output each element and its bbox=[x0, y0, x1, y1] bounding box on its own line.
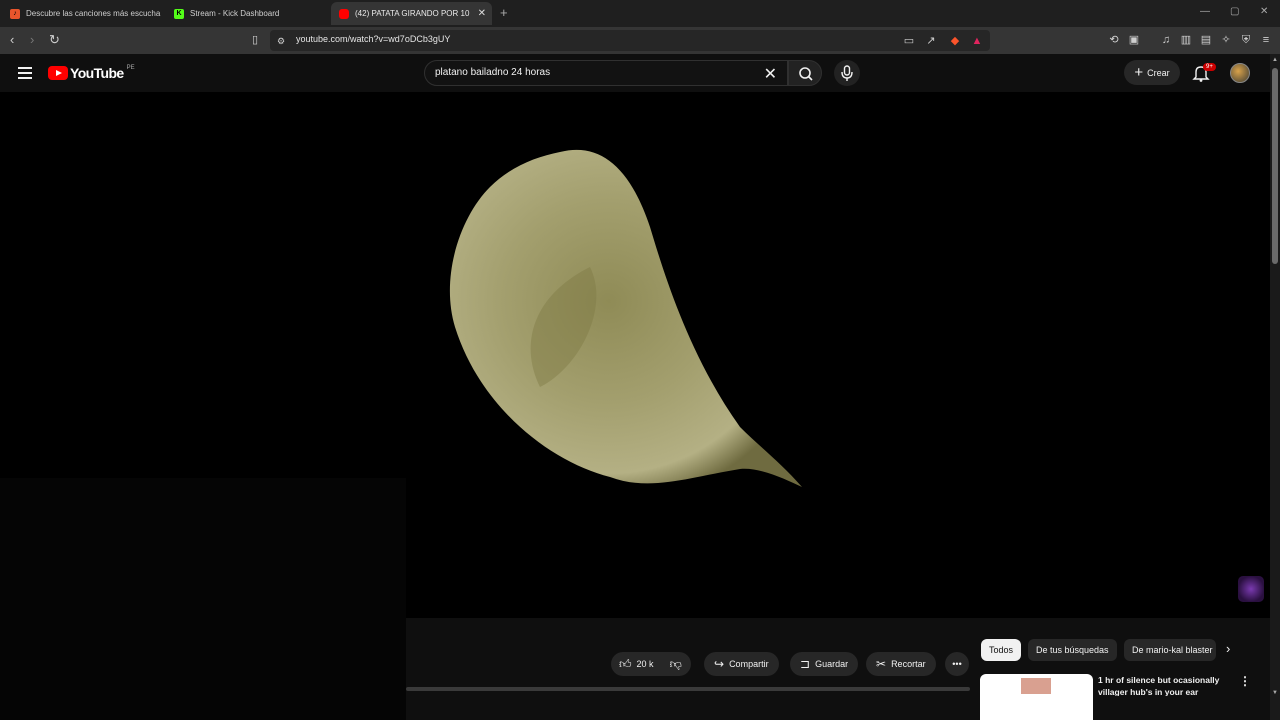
menu-icon[interactable]: ≡ bbox=[1259, 33, 1273, 47]
minimize-icon[interactable]: — bbox=[1200, 6, 1210, 17]
player-shadow-panel bbox=[0, 478, 406, 618]
close-window-icon[interactable]: ✕ bbox=[1260, 6, 1268, 17]
close-tab-icon[interactable]: ✕ bbox=[478, 8, 486, 19]
hamburger-menu-icon[interactable] bbox=[18, 67, 32, 79]
save-label: Guardar bbox=[815, 659, 849, 669]
wallet-icon[interactable]: ▤ bbox=[1199, 33, 1213, 47]
more-horizontal-icon: ••• bbox=[952, 659, 962, 669]
clip-button[interactable]: ✂ Recortar bbox=[866, 652, 936, 676]
vpn-icon[interactable]: ⛨ bbox=[1239, 33, 1253, 47]
microphone-icon bbox=[841, 65, 853, 81]
site-info-icon[interactable]: ⚙ bbox=[274, 34, 288, 48]
browser-toolbar: ‹ › ↻ ▯ ⚙ youtube.com/watch?v=wd7oDCb3gU… bbox=[0, 27, 1280, 54]
youtube-play-icon bbox=[48, 66, 68, 80]
chip-from-channel[interactable]: De mario-kal blaster bbox=[1124, 639, 1216, 661]
brave-rewards-icon[interactable]: ▲ bbox=[970, 34, 984, 48]
url-text: youtube.com/watch?v=wd7oDCb3gUY bbox=[296, 34, 451, 44]
translate-icon[interactable]: ▣ bbox=[1127, 33, 1141, 47]
plus-icon: + bbox=[1134, 64, 1144, 81]
scissors-icon: ✂ bbox=[876, 657, 887, 671]
media-icon[interactable]: ♫ bbox=[1159, 33, 1173, 47]
search-query: platano bailadno 24 horas bbox=[435, 67, 551, 78]
maximize-icon[interactable]: ▢ bbox=[1230, 6, 1239, 17]
sync-icon[interactable]: ⟲ bbox=[1107, 33, 1121, 47]
clear-search-icon[interactable]: ✕ bbox=[764, 64, 777, 84]
new-tab-button[interactable]: + bbox=[500, 5, 508, 20]
clip-label: Recortar bbox=[891, 659, 926, 669]
share-icon: ↪ bbox=[714, 657, 725, 671]
horizontal-scrollbar[interactable] bbox=[406, 687, 970, 691]
share-page-icon[interactable]: ↗ bbox=[924, 34, 938, 48]
left-dark-area bbox=[0, 618, 406, 720]
scroll-down-icon[interactable]: ▼ bbox=[1272, 690, 1278, 696]
chip-from-searches[interactable]: De tus búsquedas bbox=[1028, 639, 1117, 661]
page-scrollbar[interactable]: ▲ ▼ bbox=[1270, 54, 1280, 720]
country-code: PE bbox=[126, 65, 135, 71]
video-frame-potato-chip bbox=[449, 149, 802, 487]
thumbs-down-icon[interactable]: 👎︎ bbox=[670, 657, 682, 672]
like-count[interactable]: 20 k bbox=[637, 659, 654, 669]
voice-search-button[interactable] bbox=[834, 60, 860, 86]
chip-all[interactable]: Todos bbox=[981, 639, 1022, 661]
thumbs-up-icon[interactable]: 👍︎ bbox=[619, 657, 632, 672]
create-button[interactable]: + Crear bbox=[1124, 60, 1180, 85]
tab-title: Stream - Kick Dashboard bbox=[190, 9, 280, 18]
like-dislike-group: 👍︎ 20 k 👎︎ bbox=[611, 652, 691, 676]
forward-icon[interactable]: › bbox=[30, 32, 34, 48]
share-button[interactable]: ↪ Compartir bbox=[704, 652, 779, 676]
more-vertical-icon[interactable]: ⋮ bbox=[1239, 674, 1251, 688]
recommendation-title[interactable]: 1 hr of silence but ocasionally villager… bbox=[1098, 674, 1228, 696]
create-label: Crear bbox=[1147, 67, 1170, 78]
address-bar[interactable]: ⚙ youtube.com/watch?v=wd7oDCb3gUY ▭ ↗ ◆ … bbox=[270, 30, 990, 51]
avatar[interactable] bbox=[1230, 63, 1250, 83]
video-player[interactable] bbox=[0, 92, 1270, 618]
youtube-logo[interactable]: YouTube PE bbox=[48, 65, 135, 81]
browser-tab-strip: ♪ Descubre las canciones más escucha K S… bbox=[0, 0, 1280, 27]
notifications-badge: 9+ bbox=[1203, 63, 1216, 71]
kick-icon: K bbox=[174, 8, 184, 19]
search-input[interactable]: platano bailadno 24 horas ✕ bbox=[424, 60, 788, 86]
tab-youtube[interactable]: (42) PATATA GIRANDO POR 10 H ✕ bbox=[331, 2, 492, 25]
bookmark-save-icon: ⊐ bbox=[800, 657, 811, 671]
scrollbar-thumb[interactable] bbox=[1272, 68, 1278, 264]
youtube-header: YouTube PE platano bailadno 24 horas ✕ +… bbox=[0, 54, 1270, 92]
bookmark-icon[interactable]: ▯ bbox=[248, 33, 262, 47]
logo-text: YouTube bbox=[70, 65, 124, 81]
chevron-right-icon[interactable]: › bbox=[1226, 641, 1230, 656]
search-button[interactable] bbox=[788, 60, 822, 86]
tab-title: (42) PATATA GIRANDO POR 10 H bbox=[355, 9, 471, 18]
tab-title: Descubre las canciones más escucha bbox=[26, 9, 161, 18]
cast-icon[interactable]: ▭ bbox=[902, 34, 916, 48]
back-icon[interactable]: ‹ bbox=[10, 32, 14, 48]
youtube-icon bbox=[339, 8, 349, 19]
brave-shield-icon[interactable]: ◆ bbox=[948, 34, 962, 48]
sidebar-icon[interactable]: ▥ bbox=[1179, 33, 1193, 47]
recommendation-thumbnail[interactable] bbox=[980, 674, 1093, 720]
more-actions-button[interactable]: ••• bbox=[945, 652, 969, 676]
tab-kick[interactable]: K Stream - Kick Dashboard bbox=[166, 2, 326, 25]
reload-icon[interactable]: ↻ bbox=[49, 32, 60, 48]
save-button[interactable]: ⊐ Guardar bbox=[790, 652, 859, 676]
leo-ai-icon[interactable]: ✧ bbox=[1219, 33, 1233, 47]
tab-music[interactable]: ♪ Descubre las canciones más escucha bbox=[2, 2, 162, 25]
search-icon bbox=[799, 67, 813, 81]
share-label: Compartir bbox=[729, 659, 769, 669]
music-app-icon: ♪ bbox=[10, 8, 20, 19]
channel-watermark-icon[interactable] bbox=[1238, 576, 1264, 602]
scroll-up-icon[interactable]: ▲ bbox=[1272, 57, 1278, 63]
